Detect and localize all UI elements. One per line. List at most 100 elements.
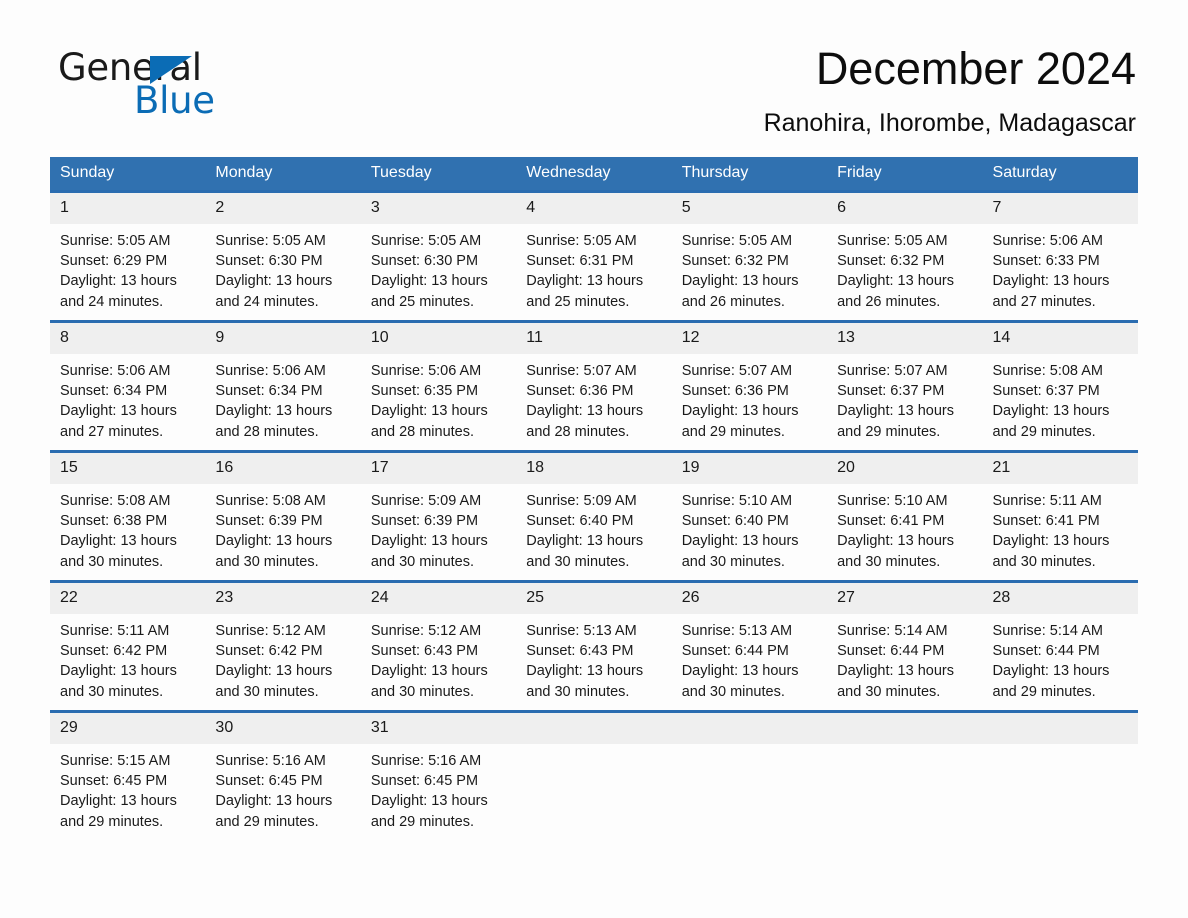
day-cell[interactable]: 14 Sunrise: 5:08 AM Sunset: 6:37 PM Dayl… [982,320,1138,452]
sunset-text: Sunset: 6:42 PM [60,643,168,660]
day-cell[interactable]: 10 Sunrise: 5:06 AM Sunset: 6:35 PM Dayl… [360,320,517,452]
day-details: Sunrise: 5:10 AM Sunset: 6:40 PM Dayligh… [672,484,827,580]
daylight-text: Daylight: 13 hours and 30 minutes. [370,663,488,700]
daylight-text: Daylight: 13 hours and 29 minutes. [370,793,488,830]
day-cell[interactable]: 11 Sunrise: 5:07 AM Sunset: 6:36 PM Dayl… [516,320,672,452]
day-number: 22 [50,583,206,614]
day-cell[interactable]: 2 Sunrise: 5:05 AM Sunset: 6:30 PM Dayli… [205,190,361,322]
sunrise-text: Sunrise: 5:10 AM [837,493,948,509]
day-details: Sunrise: 5:05 AM Sunset: 6:31 PM Dayligh… [516,224,671,320]
daylight-text: Daylight: 13 hours and 26 minutes. [837,273,954,310]
daylight-text: Daylight: 13 hours and 25 minutes. [370,273,488,310]
sunset-text: Sunset: 6:34 PM [60,383,168,400]
weekday-header-wednesday: Wednesday [516,157,672,192]
day-cell[interactable]: 15 Sunrise: 5:08 AM Sunset: 6:38 PM Dayl… [50,450,206,582]
sunrise-text: Sunrise: 5:14 AM [992,623,1103,639]
day-cell[interactable]: 30 Sunrise: 5:16 AM Sunset: 6:45 PM Dayl… [205,710,361,840]
day-cell[interactable]: 20 Sunrise: 5:10 AM Sunset: 6:41 PM Dayl… [827,450,983,582]
sunrise-text: Sunrise: 5:07 AM [526,363,637,379]
day-cell[interactable]: 17 Sunrise: 5:09 AM Sunset: 6:39 PM Dayl… [360,450,517,582]
day-cell-empty [671,710,828,840]
day-number: 1 [50,193,206,224]
calendar-week-row: 29 Sunrise: 5:15 AM Sunset: 6:45 PM Dayl… [50,710,1138,840]
sunrise-text: Sunrise: 5:06 AM [60,363,171,379]
day-number: 27 [827,583,983,614]
calendar-week-row: 1 Sunrise: 5:05 AM Sunset: 6:29 PM Dayli… [50,190,1138,322]
sunset-text: Sunset: 6:37 PM [837,383,945,400]
day-details: Sunrise: 5:16 AM Sunset: 6:45 PM Dayligh… [205,744,360,840]
day-cell[interactable]: 13 Sunrise: 5:07 AM Sunset: 6:37 PM Dayl… [827,320,983,452]
sunset-text: Sunset: 6:40 PM [681,513,789,530]
daylight-text: Daylight: 13 hours and 28 minutes. [526,403,644,440]
logo-text-blue: Blue [134,79,215,122]
day-cell[interactable]: 3 Sunrise: 5:05 AM Sunset: 6:30 PM Dayli… [360,190,517,322]
daylight-text: Daylight: 13 hours and 30 minutes. [681,663,799,700]
day-cell[interactable]: 27 Sunrise: 5:14 AM Sunset: 6:44 PM Dayl… [827,580,983,712]
day-cell[interactable]: 21 Sunrise: 5:11 AM Sunset: 6:41 PM Dayl… [982,450,1138,582]
daylight-text: Daylight: 13 hours and 30 minutes. [681,533,799,570]
day-cell[interactable]: 1 Sunrise: 5:05 AM Sunset: 6:29 PM Dayli… [50,190,206,322]
daylight-text: Daylight: 13 hours and 30 minutes. [526,663,644,700]
sunset-text: Sunset: 6:43 PM [526,643,634,660]
day-cell[interactable]: 4 Sunrise: 5:05 AM Sunset: 6:31 PM Dayli… [516,190,672,322]
sunrise-text: Sunrise: 5:16 AM [215,753,326,769]
day-cell-empty [982,710,1138,840]
day-cell[interactable]: 16 Sunrise: 5:08 AM Sunset: 6:39 PM Dayl… [205,450,361,582]
day-cell[interactable]: 22 Sunrise: 5:11 AM Sunset: 6:42 PM Dayl… [50,580,206,712]
day-cell[interactable]: 12 Sunrise: 5:07 AM Sunset: 6:36 PM Dayl… [671,320,828,452]
sunrise-sunset-calendar: Sunday Monday Tuesday Wednesday Thursday… [50,157,1138,840]
sunset-text: Sunset: 6:35 PM [370,383,479,400]
day-cell[interactable]: 19 Sunrise: 5:10 AM Sunset: 6:40 PM Dayl… [671,450,828,582]
day-cell[interactable]: 5 Sunrise: 5:05 AM Sunset: 6:32 PM Dayli… [671,190,828,322]
daylight-text: Daylight: 13 hours and 25 minutes. [526,273,644,310]
day-cell[interactable]: 24 Sunrise: 5:12 AM Sunset: 6:43 PM Dayl… [360,580,517,712]
day-cell[interactable]: 9 Sunrise: 5:06 AM Sunset: 6:34 PM Dayli… [205,320,361,452]
sunset-text: Sunset: 6:45 PM [215,773,323,790]
day-cell[interactable]: 29 Sunrise: 5:15 AM Sunset: 6:45 PM Dayl… [50,710,206,840]
day-details [516,744,671,840]
day-number: 23 [205,583,361,614]
sunset-text: Sunset: 6:32 PM [681,253,789,270]
day-cell-empty [827,710,983,840]
day-cell[interactable]: 23 Sunrise: 5:12 AM Sunset: 6:42 PM Dayl… [205,580,361,712]
sunrise-text: Sunrise: 5:12 AM [370,623,482,639]
sunset-text: Sunset: 6:41 PM [992,513,1100,530]
day-number: 21 [982,453,1138,484]
sunrise-text: Sunrise: 5:08 AM [60,493,171,509]
day-number: 2 [205,193,361,224]
day-details: Sunrise: 5:08 AM Sunset: 6:39 PM Dayligh… [205,484,360,580]
day-number: 18 [516,453,672,484]
sunrise-text: Sunrise: 5:13 AM [526,623,637,639]
sunrise-text: Sunrise: 5:16 AM [370,753,482,769]
day-number: 15 [50,453,206,484]
sunset-text: Sunset: 6:45 PM [370,773,479,790]
sunset-text: Sunset: 6:36 PM [681,383,789,400]
daylight-text: Daylight: 13 hours and 27 minutes. [60,403,177,440]
day-cell[interactable]: 8 Sunrise: 5:06 AM Sunset: 6:34 PM Dayli… [50,320,206,452]
day-cell[interactable]: 25 Sunrise: 5:13 AM Sunset: 6:43 PM Dayl… [516,580,672,712]
day-number: 29 [50,713,206,744]
day-cell[interactable]: 7 Sunrise: 5:06 AM Sunset: 6:33 PM Dayli… [982,190,1138,322]
day-cell[interactable]: 18 Sunrise: 5:09 AM Sunset: 6:40 PM Dayl… [516,450,672,582]
sunset-text: Sunset: 6:37 PM [992,383,1100,400]
day-number: 10 [360,323,517,354]
calendar-week-row: 15 Sunrise: 5:08 AM Sunset: 6:38 PM Dayl… [50,450,1138,582]
day-cell[interactable]: 28 Sunrise: 5:14 AM Sunset: 6:44 PM Dayl… [982,580,1138,712]
day-cell[interactable]: 26 Sunrise: 5:13 AM Sunset: 6:44 PM Dayl… [671,580,828,712]
day-details [672,744,827,840]
day-details: Sunrise: 5:14 AM Sunset: 6:44 PM Dayligh… [827,614,982,710]
sunrise-text: Sunrise: 5:06 AM [992,233,1103,249]
day-cell[interactable]: 6 Sunrise: 5:05 AM Sunset: 6:32 PM Dayli… [827,190,983,322]
day-number: 12 [671,323,828,354]
sunrise-text: Sunrise: 5:05 AM [215,233,326,249]
daylight-text: Daylight: 13 hours and 29 minutes. [837,403,954,440]
sunrise-text: Sunrise: 5:08 AM [215,493,326,509]
daylight-text: Daylight: 13 hours and 30 minutes. [992,533,1110,570]
day-cell[interactable]: 31 Sunrise: 5:16 AM Sunset: 6:45 PM Dayl… [360,710,517,840]
day-details: Sunrise: 5:11 AM Sunset: 6:42 PM Dayligh… [50,614,205,710]
general-blue-logo[interactable]: General Blue [58,48,388,122]
day-details: Sunrise: 5:08 AM Sunset: 6:38 PM Dayligh… [50,484,205,580]
sunset-text: Sunset: 6:43 PM [370,643,479,660]
day-number: 6 [827,193,983,224]
sunrise-text: Sunrise: 5:05 AM [837,233,948,249]
